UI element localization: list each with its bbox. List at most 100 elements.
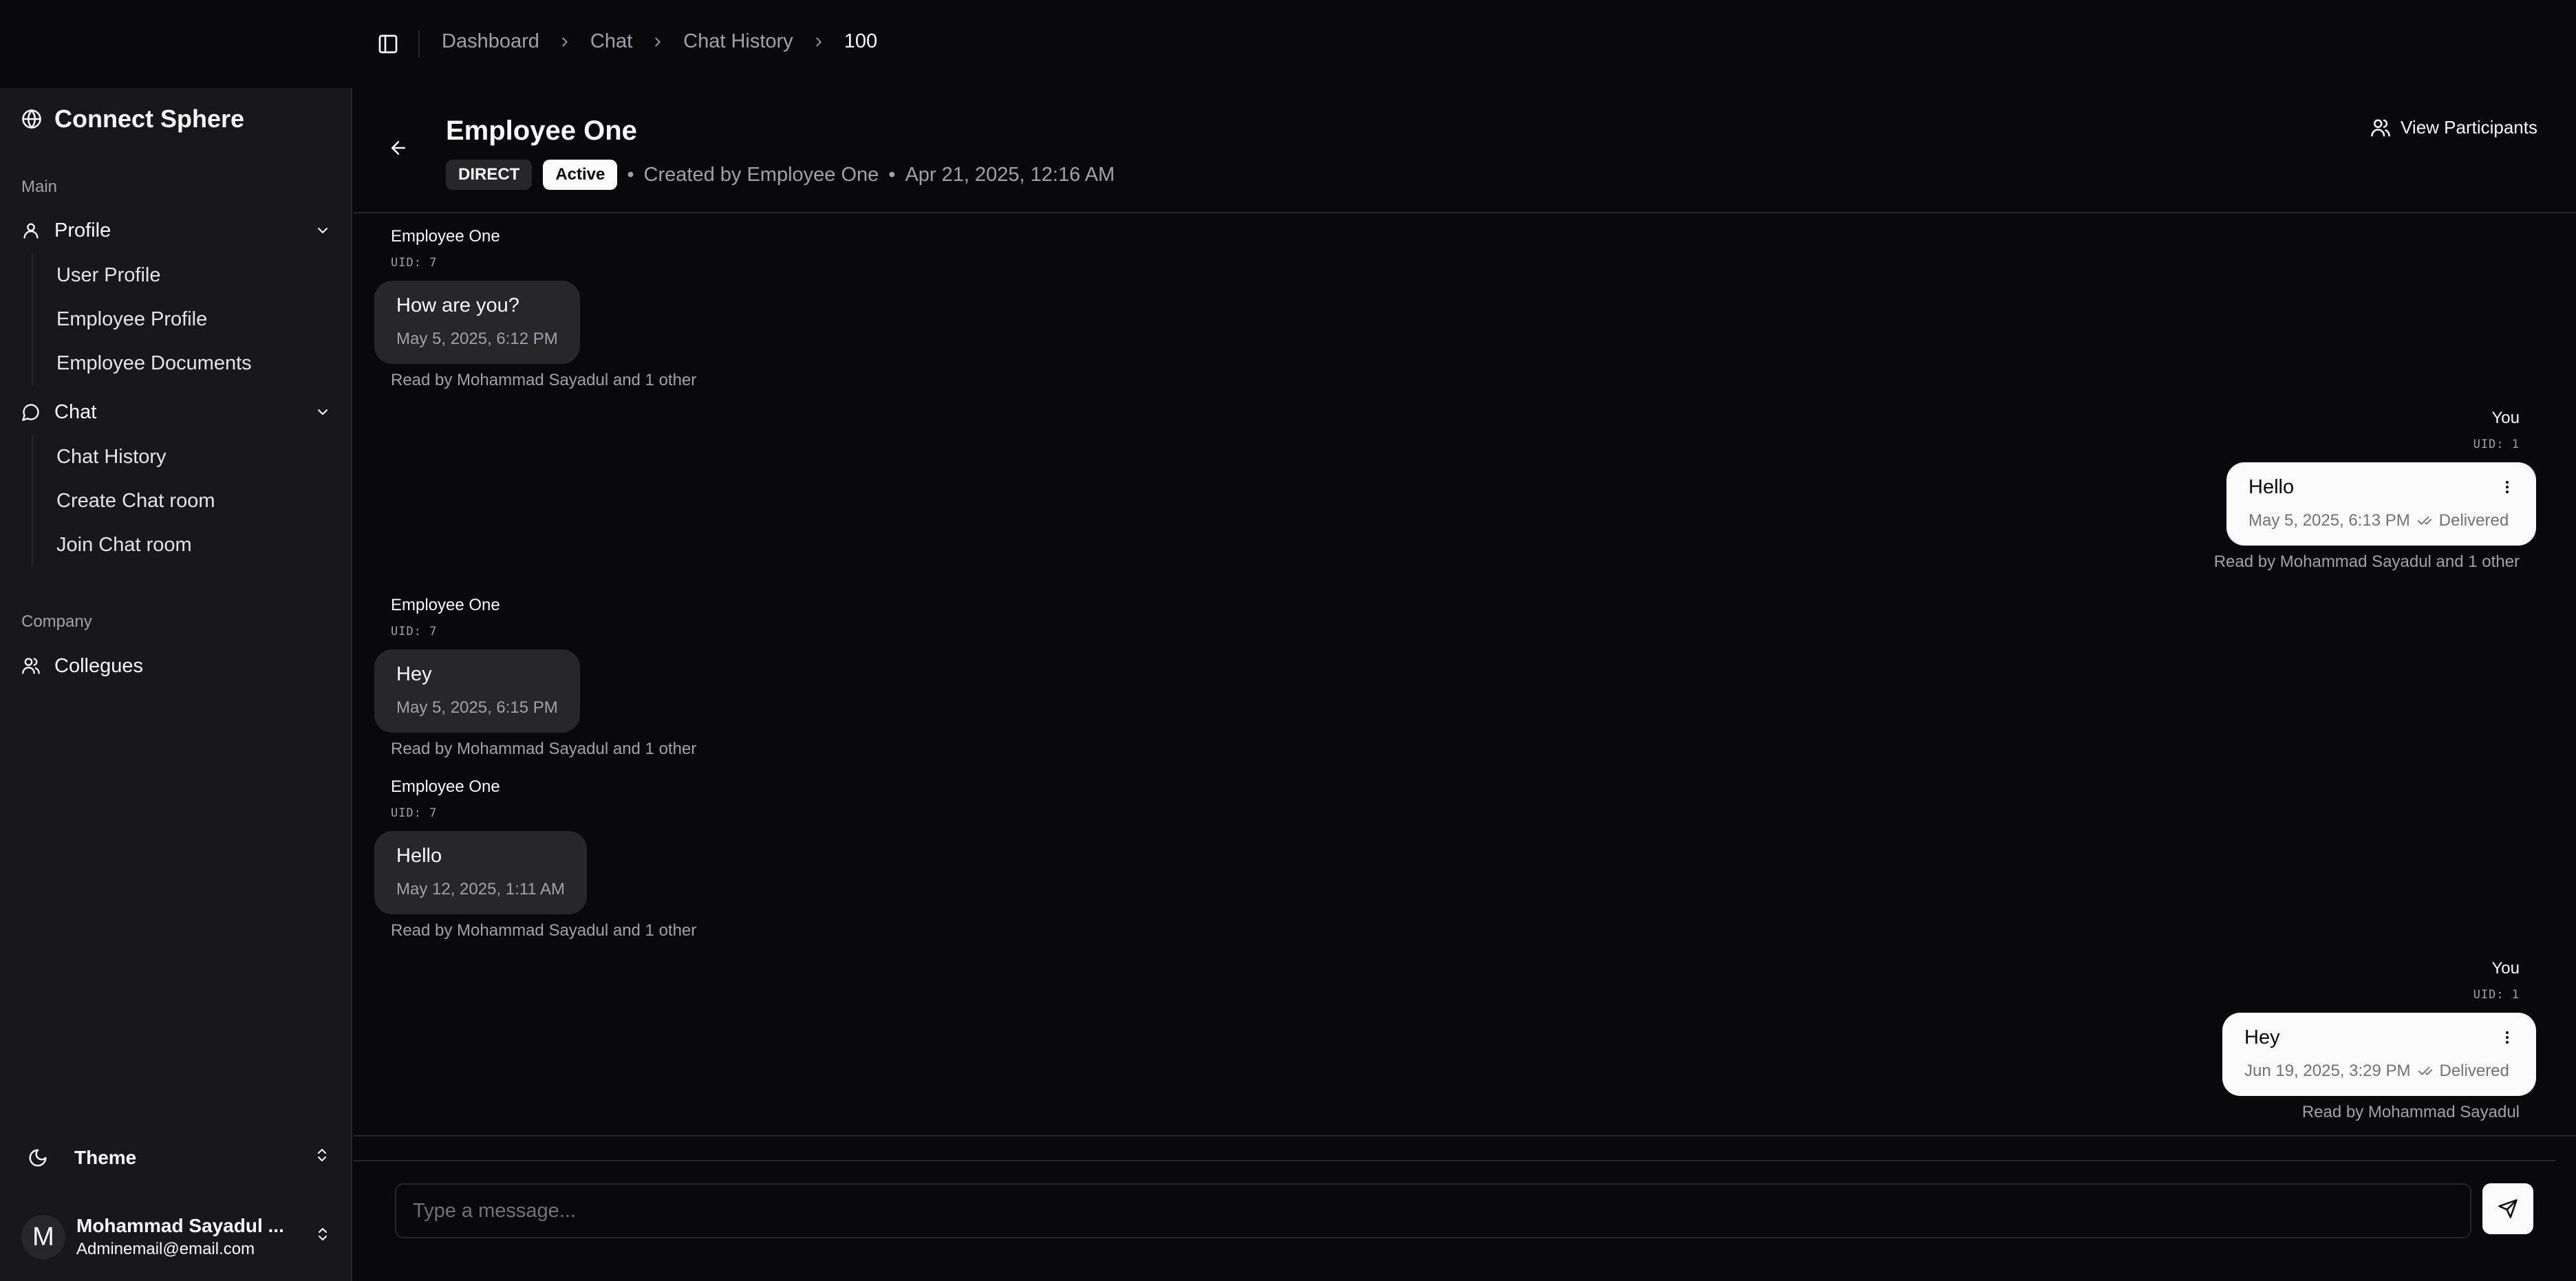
users-icon [21,656,41,676]
message-time: May 5, 2025, 6:12 PM [396,330,558,349]
sidebar-item-user-profile[interactable]: User Profile [33,253,252,297]
message-bubble[interactable]: Hello May 12, 2025, 1:11 AM [374,831,588,914]
message-input[interactable] [395,1183,2471,1238]
message-uid: UID: 7 [391,806,438,820]
globe-icon [21,109,42,129]
message-text: Hey [2244,1026,2280,1048]
message-time: May 12, 2025, 1:11 AM [396,880,565,899]
check-check-icon [2417,513,2432,528]
sidebar-item-create-chat-room[interactable]: Create Chat room [33,479,215,523]
sidebar-item-join-chat-room[interactable]: Join Chat room [33,523,215,567]
view-participants-button[interactable]: View Participants [2370,117,2537,138]
chevrons-up-down-icon [314,1226,331,1242]
message-uid: UID: 1 [2473,438,2520,451]
status-badge: Active [543,160,618,190]
more-vertical-icon[interactable] [2499,477,2515,497]
chat-type-badge: DIRECT [446,160,533,190]
message-time: May 5, 2025, 6:13 PM Delivered [2248,511,2514,530]
topbar-divider [418,30,420,58]
message-circle-icon [21,402,41,422]
breadcrumb: Dashboard Chat Chat History 100 [442,30,877,53]
message-timestamp: Jun 19, 2025, 3:29 PM [2244,1062,2411,1080]
read-receipt: Read by Mohammad Sayadul and 1 other [2213,552,2520,571]
sidebar-item-chat-history[interactable]: Chat History [33,435,215,479]
read-receipt: Read by Mohammad Sayadul [2301,1103,2520,1121]
profile-submenu: User Profile Employee Profile Employee D… [32,253,252,385]
arrow-left-icon[interactable] [388,138,409,158]
chevrons-up-down-icon [314,1147,330,1163]
view-participants-label: View Participants [2401,117,2537,138]
panel-left-icon[interactable] [377,33,399,55]
chevron-right-icon [650,34,665,50]
read-receipt: Read by Mohammad Sayadul and 1 other [391,371,697,389]
user-name: Mohammad Sayadul ... [76,1215,284,1236]
read-receipt: Read by Mohammad Sayadul and 1 other [391,921,697,940]
theme-switcher[interactable]: Theme [28,1139,330,1177]
chat-title: Employee One [446,116,637,146]
chat-meta: DIRECT Active • Created by Employee One … [446,160,1115,190]
message-sender: You [2491,409,2520,427]
breadcrumb-chat[interactable]: Chat [590,30,632,53]
topbar: Dashboard Chat Chat History 100 [352,0,2576,88]
message-bubble[interactable]: How are you? May 5, 2025, 6:12 PM [374,281,580,364]
message-text: Hello [396,845,442,867]
message-sender: You [2491,959,2520,978]
composer-divider [354,1160,2555,1161]
send-icon [2498,1198,2518,1219]
message-sender: Employee One [391,227,500,246]
sidebar-item-employee-profile[interactable]: Employee Profile [33,297,252,341]
message-uid: UID: 7 [391,256,438,270]
breadcrumb-current: 100 [844,30,878,52]
message-timestamp: May 5, 2025, 6:12 PM [396,330,558,348]
message-uid: UID: 1 [2473,988,2520,1002]
group-label-company: Company [21,612,92,631]
user-icon [21,221,41,240]
message-bubble[interactable]: Hey Jun 19, 2025, 3:29 PM Delivered [2222,1013,2536,1096]
message-bubble[interactable]: Hey May 5, 2025, 6:15 PM [374,649,580,733]
sidebar-item-chat[interactable]: Chat [21,394,331,430]
message-timestamp: May 12, 2025, 1:11 AM [396,880,566,898]
users-icon [2370,118,2391,138]
check-check-icon [2418,1064,2433,1079]
message-status: Delivered [2438,511,2509,530]
more-vertical-icon[interactable] [2499,1028,2515,1047]
chat-header: Employee One DIRECT Active • Created by … [354,88,2576,213]
message-text: How are you? [396,294,519,316]
chevron-down-icon [314,222,331,239]
message-timestamp: May 5, 2025, 6:13 PM [2248,511,2410,530]
avatar: M [21,1215,65,1259]
user-menu[interactable]: M Mohammad Sayadul ... Adminemail@email.… [21,1211,331,1263]
group-label-main: Main [21,177,58,196]
sidebar-item-profile[interactable]: Profile [21,213,331,248]
message-outgoing: You UID: 1 Hey Jun 19, 2025, 3:29 PM Del… [2222,959,2536,1122]
sidebar: Connect Sphere Main Profile User Profile… [0,0,352,1281]
sidebar-item-label: Collegues [54,654,143,677]
message-time: May 5, 2025, 6:15 PM [396,698,558,718]
breadcrumb-chat-history[interactable]: Chat History [683,30,793,53]
chat-submenu: Chat History Create Chat room Join Chat … [32,435,215,567]
message-bubble[interactable]: Hello May 5, 2025, 6:13 PM Delivered [2226,462,2536,546]
message-timestamp: May 5, 2025, 6:15 PM [396,698,558,717]
message-incoming: Employee One UID: 7 How are you? May 5, … [374,227,696,390]
chevron-down-icon [314,404,331,420]
brand[interactable]: Connect Sphere [21,105,244,133]
message-outgoing: You UID: 1 Hello May 5, 2025, 6:13 PM De… [2214,409,2536,572]
separator-dot: • [888,163,896,186]
breadcrumb-dashboard[interactable]: Dashboard [442,30,539,53]
chevron-right-icon [811,34,826,50]
user-email: Adminemail@email.com [76,1240,255,1258]
sidebar-item-collegues[interactable]: Collegues [21,648,331,684]
read-receipt: Read by Mohammad Sayadul and 1 other [391,740,697,758]
message-text: Hello [2248,476,2295,498]
message-sender: Employee One [391,596,500,614]
message-status: Delivered [2439,1062,2509,1080]
sidebar-item-label: Profile [54,219,111,241]
send-button[interactable] [2482,1183,2533,1234]
sidebar-top-spacer [0,0,352,88]
message-text: Hey [396,663,432,685]
message-time: Jun 19, 2025, 3:29 PM Delivered [2244,1062,2514,1081]
sidebar-item-label: Chat [54,400,97,423]
message-uid: UID: 7 [391,625,438,638]
theme-label: Theme [74,1147,137,1168]
sidebar-item-employee-documents[interactable]: Employee Documents [33,341,252,385]
